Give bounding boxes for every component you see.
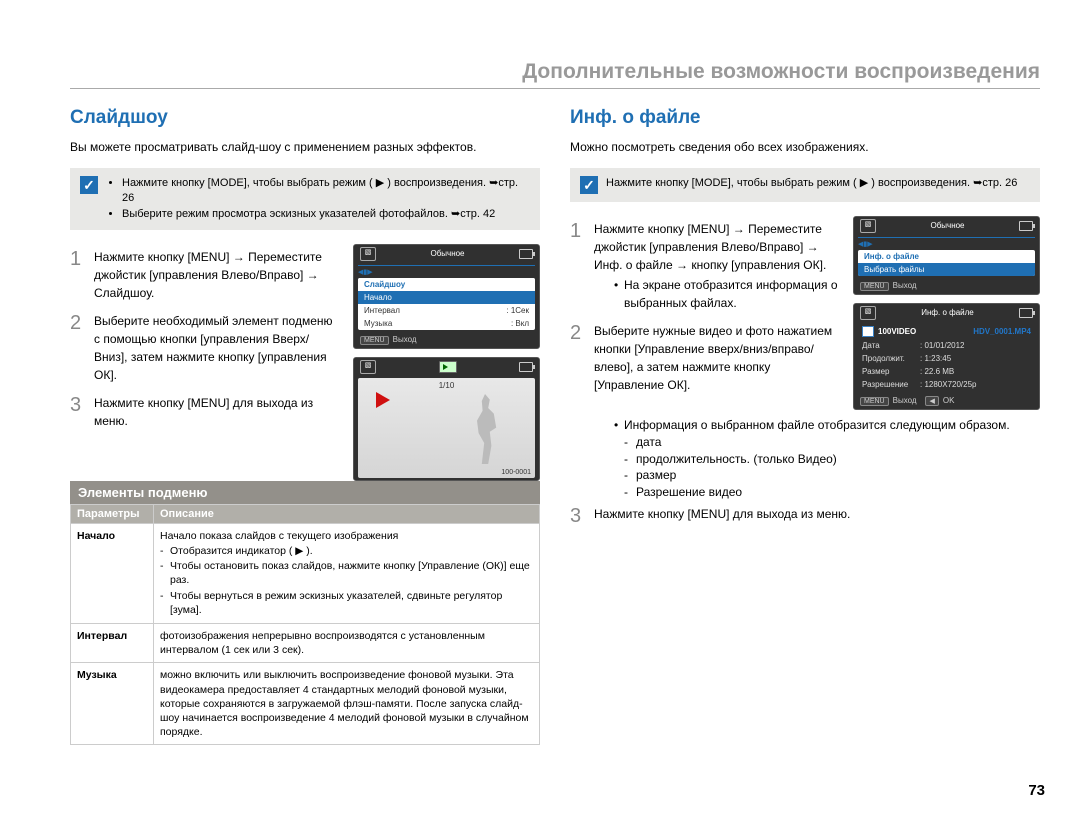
slide-icon: [439, 361, 457, 373]
card-icon: ▧: [360, 247, 376, 261]
step-r2: Выберите нужные видео и фото нажатием кн…: [594, 318, 841, 394]
step3: Нажмите кнопку [MENU] для выхода из меню…: [94, 390, 341, 430]
step-r1: Нажмите кнопку [MENU] → Переместите джой…: [594, 216, 841, 312]
check-icon: ✓: [80, 176, 98, 194]
step1: Нажмите кнопку [MENU] → Переместите джой…: [94, 244, 341, 302]
slideshow-intro: Вы можете просматривать слайд-шоу с прим…: [70, 139, 540, 156]
card-icon: ▧: [860, 306, 876, 320]
screen-fileinfo-detail: ▧ Инф. о файле 100VIDEO HDV_0001.MP4 Дат…: [853, 303, 1040, 410]
step-r3: Нажмите кнопку [MENU] для выхода из меню…: [594, 501, 1040, 523]
page-number: 73: [1028, 782, 1045, 799]
step-r2-sub: Информация о выбранном файле отобразится…: [614, 416, 1040, 501]
submenu-table: Параметры Описание Начало Начало показа …: [70, 504, 540, 745]
battery-icon: [519, 362, 533, 372]
card-icon: ▧: [860, 219, 876, 233]
chapter-title: Дополнительные возможности воспроизведен…: [70, 60, 1040, 89]
screen-fileinfo-menu: ▧ Обычное ◀▮▶ Инф. о файле Выбрать файлы: [853, 216, 1040, 295]
section-title-fileinfo: Инф. о файле: [570, 107, 1040, 129]
play-icon: [376, 392, 390, 408]
battery-icon: [1019, 308, 1033, 318]
silhouette-figure: [465, 394, 505, 464]
battery-icon: [519, 249, 533, 259]
note-box-right: ✓ Нажмите кнопку [MODE], чтобы выбрать р…: [570, 168, 1040, 202]
note-box-left: ✓ Нажмите кнопку [MODE], чтобы выбрать р…: [70, 168, 540, 230]
card-icon: ▧: [360, 360, 376, 374]
step2: Выберите необходимый элемент подменю с п…: [94, 308, 341, 384]
screen-slideshow-play: ▧ 1/10 100-0001: [353, 357, 540, 481]
check-icon: ✓: [580, 176, 598, 194]
fileinfo-intro: Можно посмотреть сведения обо всех изобр…: [570, 139, 1040, 156]
submenu-heading: Элементы подменю: [70, 481, 540, 504]
screen-slideshow-menu: ▧ Обычное ◀▮▶ Слайдшоу Начало И: [353, 244, 540, 349]
battery-icon: [1019, 221, 1033, 231]
section-title-slideshow: Слайдшоу: [70, 107, 540, 129]
folder-icon: [862, 326, 874, 337]
